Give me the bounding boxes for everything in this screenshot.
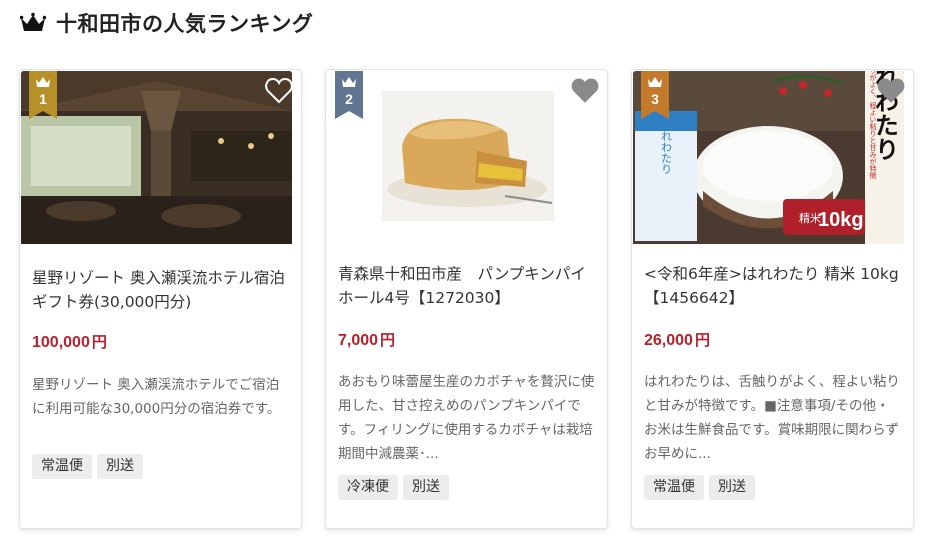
product-description: 星野リゾート 奥入瀬渓流ホテルでご宿泊に利用可能な30,000円分の宿泊券です。 — [32, 377, 281, 417]
price-unit: 円 — [694, 332, 710, 349]
shipping-tags: 常温便 別送 — [644, 475, 755, 500]
heart-icon[interactable] — [571, 78, 599, 104]
product-name[interactable]: <令和6年産>はれわたり 精米 10kg【1456642】 — [644, 262, 900, 310]
product-name[interactable]: 青森県十和田市産 パンプキンパイホール4号【1272030】 — [338, 262, 594, 310]
product-price: 26,000 円 — [644, 329, 710, 350]
price-value: 7,000 — [338, 332, 379, 349]
rice-bag: はれわたり — [635, 111, 697, 241]
product-description: はれわたりは、舌触りがよく、程よい粘りと甘みが特徴です。■注意事項/その他・お米… — [644, 374, 900, 462]
rank-number: 2 — [345, 91, 353, 107]
shipping-tag: 別送 — [709, 475, 755, 500]
product-name[interactable]: 星野リゾート 奥入瀬渓流ホテル宿泊ギフト券(30,000円分) — [32, 266, 288, 314]
product-image[interactable] — [21, 71, 292, 244]
rank-badge: 2 — [335, 71, 363, 119]
catch-copy: 舌触りがよく、程よい粘りと甘みが特徴 — [869, 71, 877, 180]
product-description: あおもり味蕾屋生産のカボチャを贅沢に使用した、甘さ控えめのパンプキンパイです。フ… — [338, 374, 595, 462]
crown-icon — [20, 12, 46, 31]
page-title: 十和田市の人気ランキング — [56, 12, 314, 36]
product-card[interactable]: はれわたり はれわたり 舌触りがよく、程よい粘りと甘みが特徴 精米 10kg 3… — [631, 69, 914, 529]
shipping-tags: 常温便 別送 — [32, 454, 143, 479]
product-image[interactable] — [327, 71, 598, 244]
price-unit: 円 — [91, 334, 107, 351]
rank-number: 3 — [651, 91, 659, 107]
rank-badge: 1 — [29, 71, 57, 119]
heart-icon[interactable] — [877, 78, 905, 104]
product-price: 7,000 円 — [338, 329, 395, 350]
shipping-tag: 別送 — [97, 454, 143, 479]
rank-badge: 3 — [641, 71, 669, 119]
weight-label: 10kg — [818, 209, 864, 231]
shipping-tag: 常温便 — [32, 454, 92, 479]
shipping-tag: 常温便 — [644, 475, 704, 500]
product-card[interactable]: 1 星野リゾート 奥入瀬渓流ホテル宿泊ギフト券(30,000円分) 100,00… — [19, 69, 302, 529]
price-value: 26,000 — [644, 332, 693, 349]
rank-number: 1 — [39, 91, 47, 107]
ranking-heading: 十和田市の人気ランキング — [20, 6, 313, 40]
product-image[interactable]: はれわたり はれわたり 舌触りがよく、程よい粘りと甘みが特徴 精米 10kg — [633, 71, 904, 244]
price-unit: 円 — [380, 332, 396, 349]
price-value: 100,000 — [32, 334, 90, 351]
heart-icon[interactable] — [265, 78, 293, 104]
shipping-tag: 冷凍便 — [338, 475, 398, 500]
shipping-tags: 冷凍便 別送 — [338, 475, 449, 500]
shipping-tag: 別送 — [403, 475, 449, 500]
bag-label: はれわたり — [660, 119, 673, 174]
product-price: 100,000 円 — [32, 331, 107, 352]
product-card[interactable]: 2 青森県十和田市産 パンプキンパイホール4号【1272030】 7,000 円 … — [325, 69, 608, 529]
